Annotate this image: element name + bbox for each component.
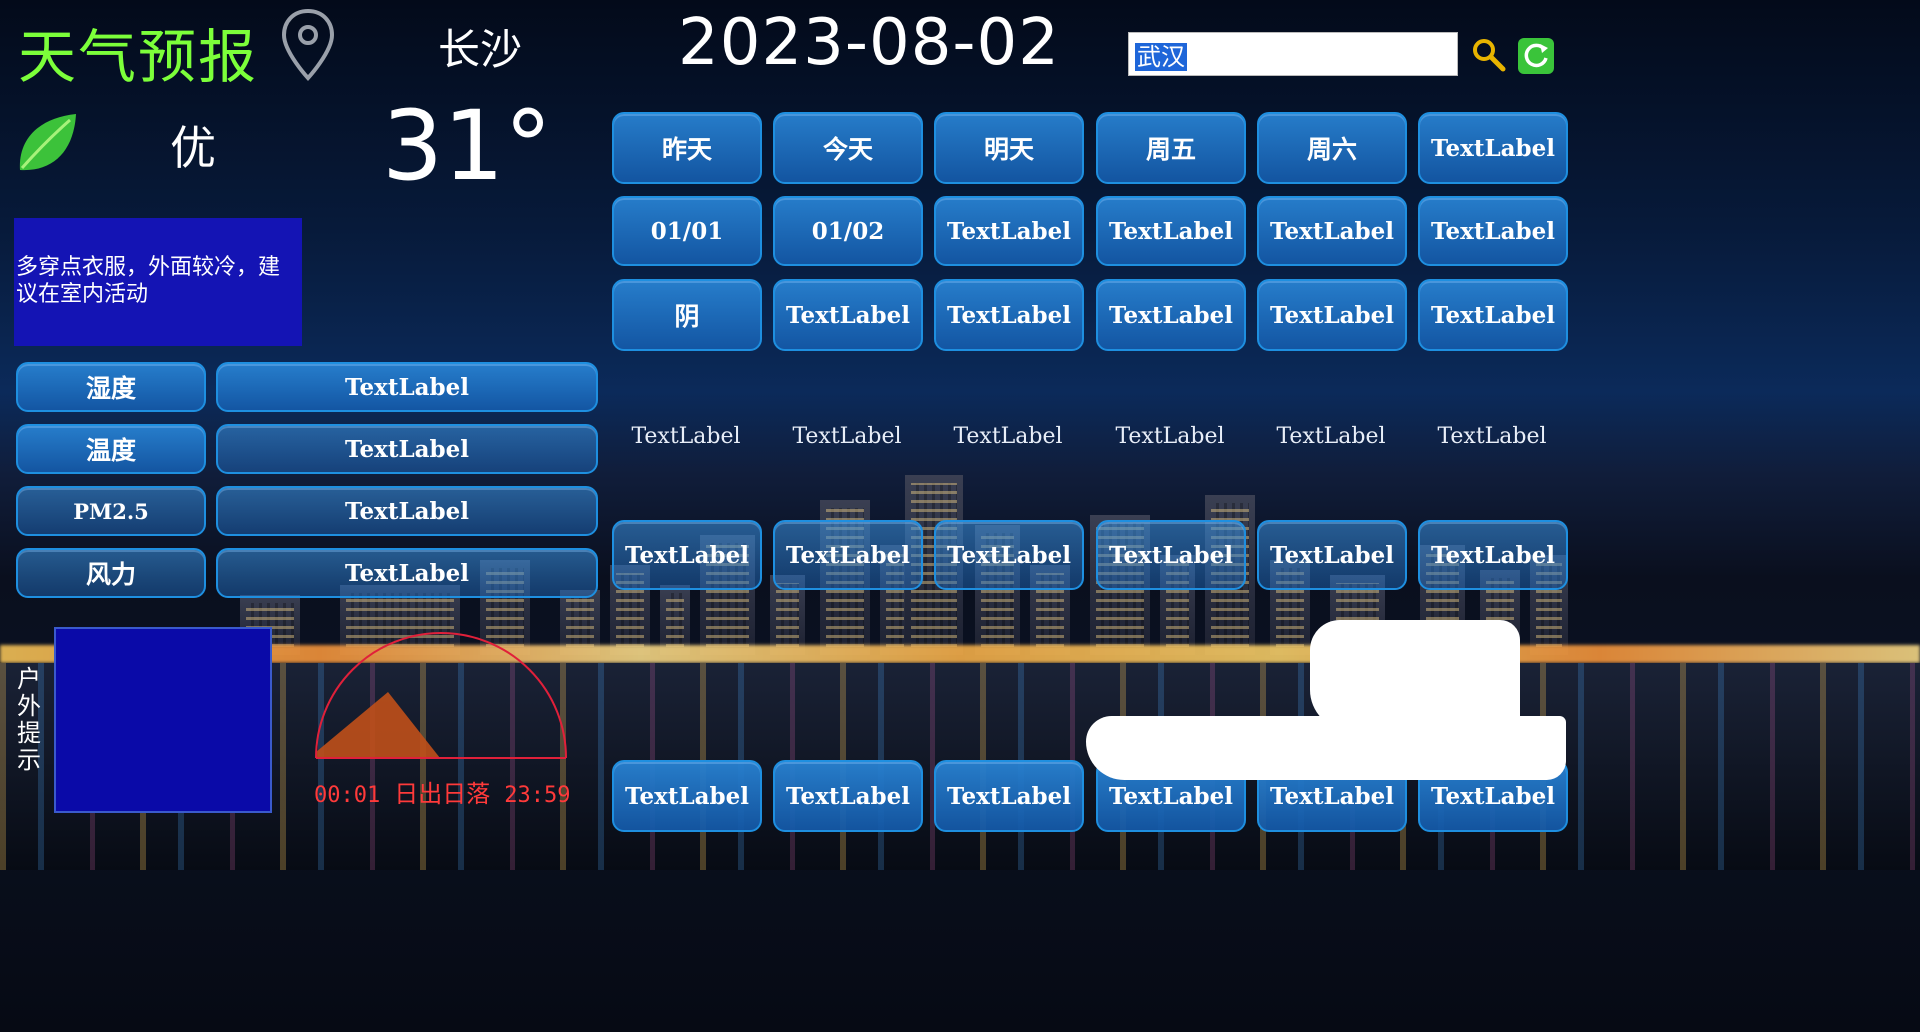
weather-4: TextLabel — [1096, 279, 1246, 351]
temp-range-6: TextLabel — [1437, 424, 1547, 449]
date-5: TextLabel — [1257, 196, 1407, 266]
date-4: TextLabel — [1096, 196, 1246, 266]
app-title: 天气预报 — [18, 23, 259, 91]
temp-range-3: TextLabel — [953, 424, 1063, 449]
bottom-label-1: TextLabel — [612, 760, 762, 832]
wind-3: TextLabel — [934, 520, 1084, 590]
weather-3: TextLabel — [934, 279, 1084, 351]
sun-times: 00:01 日出日落 23:59 — [314, 774, 570, 809]
wind-value: TextLabel — [216, 548, 598, 598]
sun-arc-gauge — [315, 632, 567, 759]
magnifier-icon[interactable] — [1470, 36, 1508, 74]
wind-6: TextLabel — [1418, 520, 1568, 590]
wind-4: TextLabel — [1096, 520, 1246, 590]
day-yesterday[interactable]: 昨天 — [612, 112, 762, 184]
temperature-label: 温度 — [16, 424, 206, 474]
sunset-time: 23:59 — [504, 783, 571, 808]
day-tomorrow[interactable]: 明天 — [934, 112, 1084, 184]
day-today[interactable]: 今天 — [773, 112, 923, 184]
search-input-value: 武汉 — [1135, 43, 1187, 71]
clothing-advice: 多穿点衣服，外面较冷，建议在室内活动 — [14, 218, 302, 346]
date-6: TextLabel — [1418, 196, 1568, 266]
pm25-value: TextLabel — [216, 486, 598, 536]
weather-1: 阴 — [612, 279, 762, 351]
current-date: 2023-08-02 — [678, 6, 1060, 80]
leaf-icon — [19, 114, 76, 171]
wind-1: TextLabel — [612, 520, 762, 590]
refresh-icon[interactable] — [1518, 38, 1554, 74]
day-6[interactable]: TextLabel — [1418, 112, 1568, 184]
date-1: 01/01 — [612, 196, 762, 266]
outdoor-tip-panel — [54, 627, 272, 813]
day-saturday[interactable]: 周六 — [1257, 112, 1407, 184]
temperature-value: TextLabel — [216, 424, 598, 474]
temp-range-2: TextLabel — [792, 424, 902, 449]
weather-6: TextLabel — [1418, 279, 1568, 351]
temp-range-5: TextLabel — [1276, 424, 1386, 449]
temp-range-4: TextLabel — [1115, 424, 1225, 449]
temp-range-1: TextLabel — [631, 424, 741, 449]
outdoor-tip-label: 户外提示 — [17, 665, 41, 774]
current-city: 长沙 — [438, 25, 523, 74]
air-quality-value: 优 — [170, 121, 216, 175]
city-search-input[interactable]: 武汉 — [1128, 32, 1458, 76]
current-temperature: 31° — [382, 90, 553, 202]
redaction-overlay — [1310, 620, 1520, 730]
pm25-label: PM2.5 — [16, 486, 206, 536]
humidity-label: 湿度 — [16, 362, 206, 412]
bottom-label-2: TextLabel — [773, 760, 923, 832]
sun-progress-fill — [316, 692, 440, 758]
sun-title: 日出日落 — [394, 780, 491, 808]
wind-5: TextLabel — [1257, 520, 1407, 590]
wind-label: 风力 — [16, 548, 206, 598]
map-pin-icon — [281, 8, 335, 81]
date-2: 01/02 — [773, 196, 923, 266]
bottom-label-3: TextLabel — [934, 760, 1084, 832]
humidity-value: TextLabel — [216, 362, 598, 412]
weather-5: TextLabel — [1257, 279, 1407, 351]
day-friday[interactable]: 周五 — [1096, 112, 1246, 184]
weather-2: TextLabel — [773, 279, 923, 351]
redaction-overlay — [1086, 716, 1566, 780]
date-3: TextLabel — [934, 196, 1084, 266]
sunrise-time: 00:01 — [314, 783, 381, 808]
wind-2: TextLabel — [773, 520, 923, 590]
